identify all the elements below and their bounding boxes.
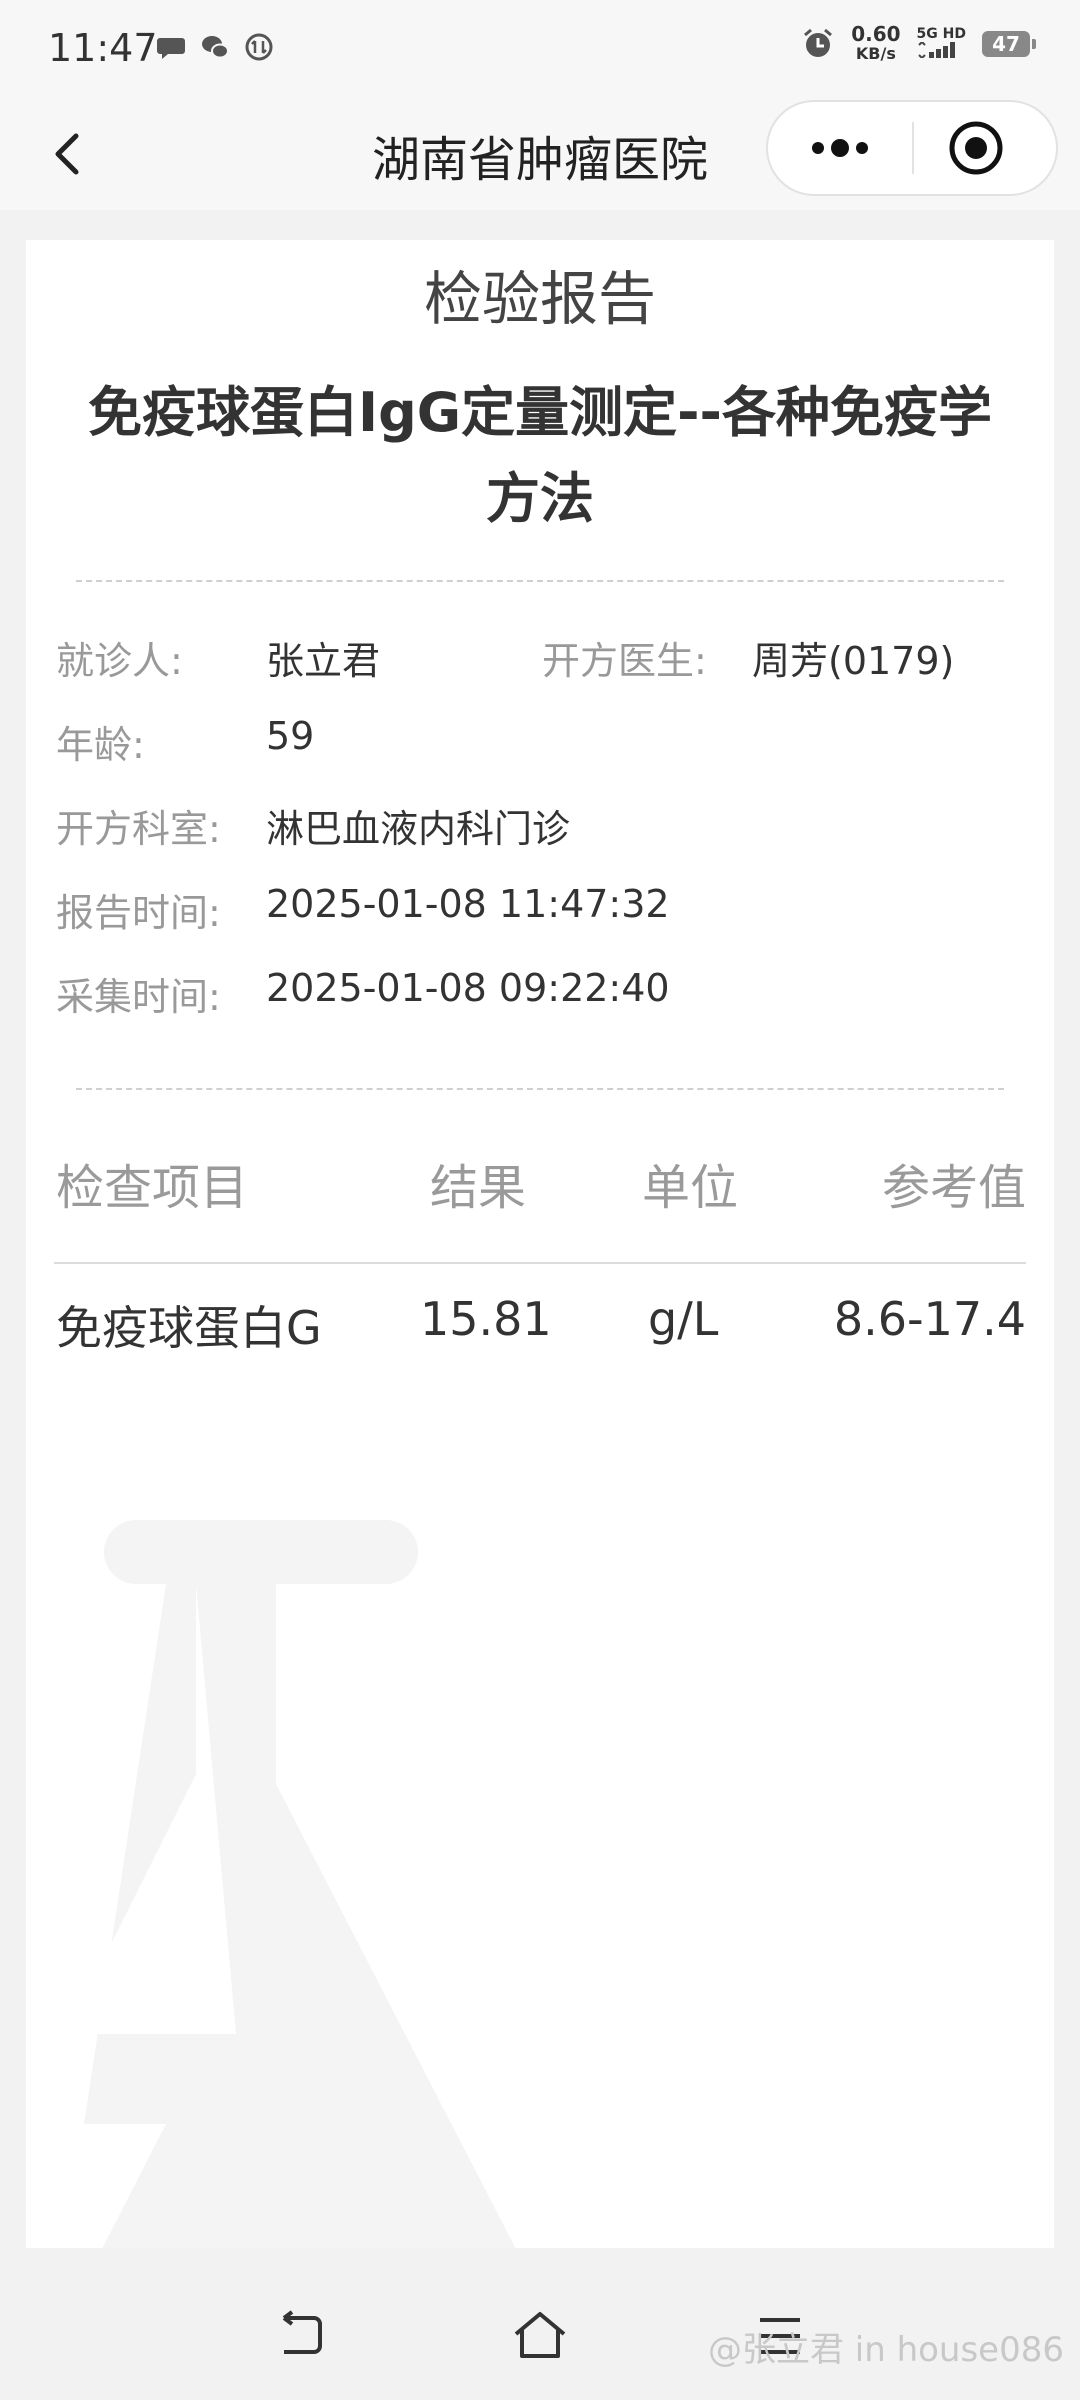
flask-icon <box>66 1520 516 2248</box>
dept-value: 淋巴血液内科门诊 <box>266 807 571 851</box>
home-icon[interactable] <box>510 2306 570 2366</box>
report-card: 检验报告 免疫球蛋白IgG定量测定--各种免疫学方法 就诊人: 张立君 开方医生… <box>26 240 1054 2248</box>
network-indicator: 5G HD <box>917 26 966 62</box>
back-arrow-icon[interactable] <box>270 2306 330 2366</box>
status-time: 11:47 <box>48 26 158 70</box>
status-notifications <box>156 32 274 62</box>
row-unit: g/L <box>648 1292 719 1346</box>
signal-icon <box>917 40 955 60</box>
report-time-label: 报告时间: <box>56 891 221 935</box>
table-header-reference: 参考值 <box>881 1160 1026 1216</box>
doctor-label: 开方医生: <box>542 639 707 683</box>
status-bar: 11:47 0.60 KB/s 5G HD 47 <box>0 0 1080 98</box>
divider <box>76 580 1004 582</box>
report-heading: 检验报告 <box>423 265 656 333</box>
patient-value: 张立君 <box>266 639 381 683</box>
patient-label: 就诊人: <box>56 639 183 683</box>
net-speed: 0.60 KB/s <box>851 24 900 64</box>
wechat-icon <box>202 36 229 59</box>
table-divider <box>54 1262 1026 1264</box>
chat-bubble-icon <box>157 38 185 59</box>
row-reference: 8.6-17.4 <box>833 1292 1026 1346</box>
capsule-divider <box>912 122 914 174</box>
report-time-value: 2025-01-08 11:47:32 <box>266 882 670 926</box>
table-header-result: 结果 <box>430 1160 527 1216</box>
doctor-value: 周芳(0179) <box>752 639 955 683</box>
system-nav-bar: @张立君 in house086 <box>0 2270 1080 2400</box>
row-result: 15.81 <box>420 1292 552 1346</box>
status-right: 0.60 KB/s 5G HD 47 <box>801 24 1036 64</box>
test-name: 免疫球蛋白IgG定量测定--各种免疫学方法 <box>88 381 992 530</box>
target-icon[interactable] <box>948 120 1004 176</box>
net-speed-value: 0.60 <box>851 22 901 46</box>
network-label: 5G HD <box>916 26 966 42</box>
divider <box>76 1088 1004 1090</box>
nav-bar: 湖南省肿瘤医院 <box>0 98 1080 210</box>
age-label: 年龄: <box>56 723 145 767</box>
alarm-icon <box>804 28 833 57</box>
mini-program-capsule <box>766 100 1058 196</box>
age-value: 59 <box>266 714 315 758</box>
collect-time-value: 2025-01-08 09:22:40 <box>266 966 670 1010</box>
dept-label: 开方科室: <box>56 807 221 851</box>
more-dots-icon[interactable] <box>800 122 880 174</box>
net-speed-unit: KB/s <box>855 44 896 63</box>
table-header-item: 检查项目 <box>56 1160 249 1216</box>
collect-time-label: 采集时间: <box>56 975 221 1019</box>
watermark: @张立君 in house086 <box>707 2330 1064 2370</box>
battery-indicator: 47 <box>982 31 1036 57</box>
battery-level: 47 <box>992 32 1020 56</box>
row-item: 免疫球蛋白G <box>56 1301 322 1355</box>
data-transfer-icon <box>245 33 273 61</box>
table-header-unit: 单位 <box>642 1160 739 1216</box>
